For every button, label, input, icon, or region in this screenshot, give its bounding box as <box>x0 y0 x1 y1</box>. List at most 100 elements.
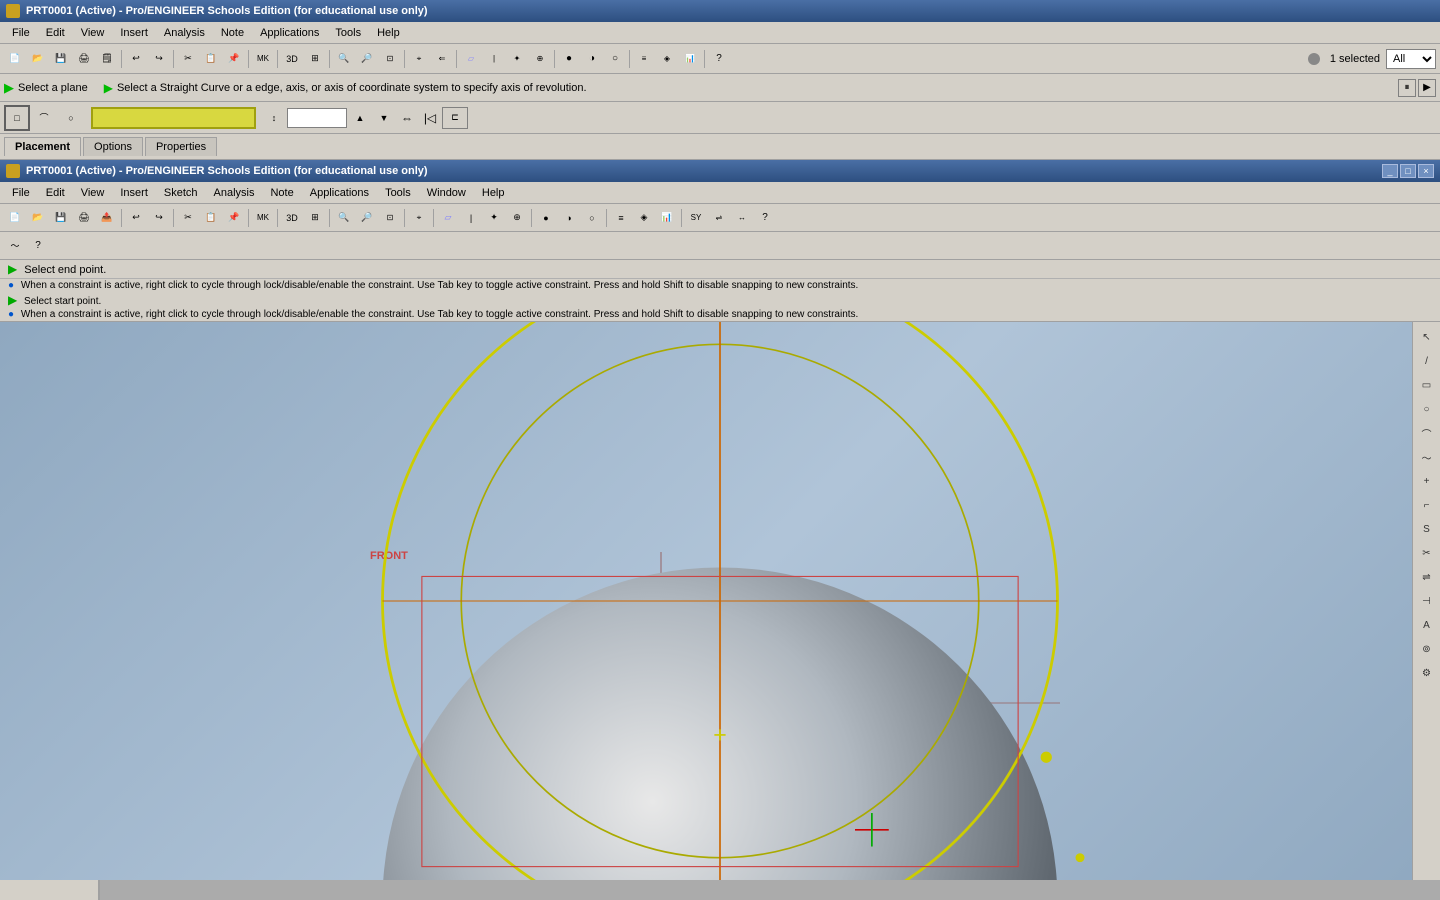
inner-datum-axis-btn[interactable]: | <box>460 207 482 229</box>
inner-analysis-btn[interactable]: 📊 <box>656 207 678 229</box>
print-button[interactable]: 🖨 <box>73 48 95 70</box>
zoom-out-button[interactable]: 🔎 <box>356 48 378 70</box>
menu-tools[interactable]: Tools <box>327 25 369 41</box>
mapkey-button[interactable]: MK <box>252 48 274 70</box>
inner-zoom-fit-btn[interactable]: ⊡ <box>379 207 401 229</box>
inner-open-btn[interactable]: 📂 <box>27 207 49 229</box>
inner-minimize-button[interactable]: _ <box>1382 164 1398 178</box>
print-preview-button[interactable]: 🗒 <box>96 48 118 70</box>
closed-ends-button[interactable]: ⊏ <box>442 107 468 129</box>
std-orient-button[interactable]: ⌖ <box>408 48 430 70</box>
sketch-circle-btn[interactable]: ○ <box>1416 398 1438 420</box>
inner-copy-btn[interactable]: 📋 <box>200 207 222 229</box>
inner-zoom-in-btn[interactable]: 🔍 <box>333 207 355 229</box>
pause-button[interactable]: ⏸ <box>1398 79 1416 97</box>
layers-button[interactable]: ≡ <box>633 48 655 70</box>
angle-type-btn[interactable]: ↕ <box>263 107 285 129</box>
menu-view[interactable]: View <box>73 25 113 41</box>
tab-options[interactable]: Options <box>83 137 143 156</box>
inner-help2-btn[interactable]: ? <box>27 235 49 257</box>
inner-sym-btn[interactable]: SY <box>685 207 707 229</box>
shape-arc-button[interactable]: ⌒ <box>31 105 57 131</box>
redo-button[interactable]: ↪ <box>148 48 170 70</box>
datum-csys-button[interactable]: ⊕ <box>529 48 551 70</box>
inner-menu-tools[interactable]: Tools <box>377 185 419 201</box>
sketch-line-btn[interactable]: / <box>1416 350 1438 372</box>
inner-export-btn[interactable]: 📤 <box>96 207 118 229</box>
inner-save-btn[interactable]: 💾 <box>50 207 72 229</box>
menu-file[interactable]: File <box>4 25 38 41</box>
sketch-dim-btn[interactable]: ⊣ <box>1416 590 1438 612</box>
shading3-button[interactable]: ○ <box>604 48 626 70</box>
inner-redo-btn[interactable]: ↪ <box>148 207 170 229</box>
inner-cosmetic-btn[interactable]: ◈ <box>633 207 655 229</box>
cosmetic-button[interactable]: ◈ <box>656 48 678 70</box>
inner-menu-insert[interactable]: Insert <box>112 185 156 201</box>
copy-button[interactable]: 📋 <box>200 48 222 70</box>
menu-analysis[interactable]: Analysis <box>156 25 213 41</box>
inner-datum-csys-btn[interactable]: ⊕ <box>506 207 528 229</box>
sketch-arc-btn[interactable]: ⌒ <box>1416 422 1438 444</box>
inner-datum-pt-btn[interactable]: ✦ <box>483 207 505 229</box>
menu-edit[interactable]: Edit <box>38 25 73 41</box>
inner-close-button[interactable]: × <box>1418 164 1434 178</box>
save-button[interactable]: 💾 <box>50 48 72 70</box>
shading1-button[interactable]: ● <box>558 48 580 70</box>
menu-insert[interactable]: Insert <box>112 25 156 41</box>
sketch-text-btn[interactable]: A <box>1416 614 1438 636</box>
inner-std-orient-btn[interactable]: ⌖ <box>408 207 430 229</box>
inner-menu-applications[interactable]: Applications <box>302 185 377 201</box>
inner-print-btn[interactable]: 🖨 <box>73 207 95 229</box>
inner-menu-view[interactable]: View <box>73 185 113 201</box>
inner-grid-btn[interactable]: ⊞ <box>304 207 326 229</box>
sketch-spline-btn[interactable]: 〜 <box>1416 446 1438 468</box>
prev-view-button[interactable]: ⇐ <box>431 48 453 70</box>
undo-button[interactable]: ↩ <box>125 48 147 70</box>
sketch-rect-btn[interactable]: ▭ <box>1416 374 1438 396</box>
inner-paste-btn[interactable]: 📌 <box>223 207 245 229</box>
menu-applications[interactable]: Applications <box>252 25 327 41</box>
inner-menu-note[interactable]: Note <box>262 185 301 201</box>
sketch-fillet-btn[interactable]: ⌐ <box>1416 494 1438 516</box>
filter-dropdown[interactable]: All <box>1386 49 1436 69</box>
shape-rect-button[interactable]: □ <box>4 105 30 131</box>
inner-layers-btn[interactable]: ≡ <box>610 207 632 229</box>
inner-sketch-curve-btn[interactable]: 〜 <box>4 235 26 257</box>
3dview1-button[interactable]: 3D <box>281 48 303 70</box>
inner-maximize-button[interactable]: □ <box>1400 164 1416 178</box>
inner-menu-analysis[interactable]: Analysis <box>206 185 263 201</box>
inner-undo-btn[interactable]: ↩ <box>125 207 147 229</box>
datum-point-button[interactable]: ✦ <box>506 48 528 70</box>
inner-menu-edit[interactable]: Edit <box>38 185 73 201</box>
cut-button[interactable]: ✂ <box>177 48 199 70</box>
curve-input[interactable]: 1 Curve <box>91 107 256 129</box>
inner-new-btn[interactable]: 📄 <box>4 207 26 229</box>
sketch-scurve-btn[interactable]: S <box>1416 518 1438 540</box>
paste-button[interactable]: 📌 <box>223 48 245 70</box>
flip-button[interactable]: ⇔ <box>396 107 418 129</box>
inner-menu-sketch[interactable]: Sketch <box>156 185 206 201</box>
shape-circle-button[interactable]: ○ <box>58 105 84 131</box>
open-button[interactable]: 📂 <box>27 48 49 70</box>
analysis-button[interactable]: 📊 <box>679 48 701 70</box>
shading2-button[interactable]: ◑ <box>581 48 603 70</box>
3dview2-button[interactable]: ⊞ <box>304 48 326 70</box>
inner-mapkey-btn[interactable]: MK <box>252 207 274 229</box>
zoom-fit-button[interactable]: ⊡ <box>379 48 401 70</box>
3d-viewport[interactable]: FRONT <box>0 322 1440 880</box>
inner-zoom-out-btn[interactable]: 🔎 <box>356 207 378 229</box>
inner-shade3-btn[interactable]: ○ <box>581 207 603 229</box>
cap-button[interactable]: |◁ <box>419 107 441 129</box>
menu-note[interactable]: Note <box>213 25 252 41</box>
inner-mirror-btn[interactable]: ⇌ <box>708 207 730 229</box>
sketch-mirror-btn[interactable]: ⇌ <box>1416 566 1438 588</box>
sketch-select-btn[interactable]: ↖ <box>1416 326 1438 348</box>
inner-datum-plane-btn[interactable]: ▱ <box>437 207 459 229</box>
sketch-palette-btn[interactable]: ⊚ <box>1416 638 1438 660</box>
inner-menu-help[interactable]: Help <box>474 185 513 201</box>
sketch-addpt-btn[interactable]: + <box>1416 470 1438 492</box>
angle-input[interactable]: 360.00 <box>287 108 347 128</box>
inner-3d1-btn[interactable]: 3D <box>281 207 303 229</box>
new-button[interactable]: 📄 <box>4 48 26 70</box>
sketch-settings-btn[interactable]: ⚙ <box>1416 662 1438 684</box>
